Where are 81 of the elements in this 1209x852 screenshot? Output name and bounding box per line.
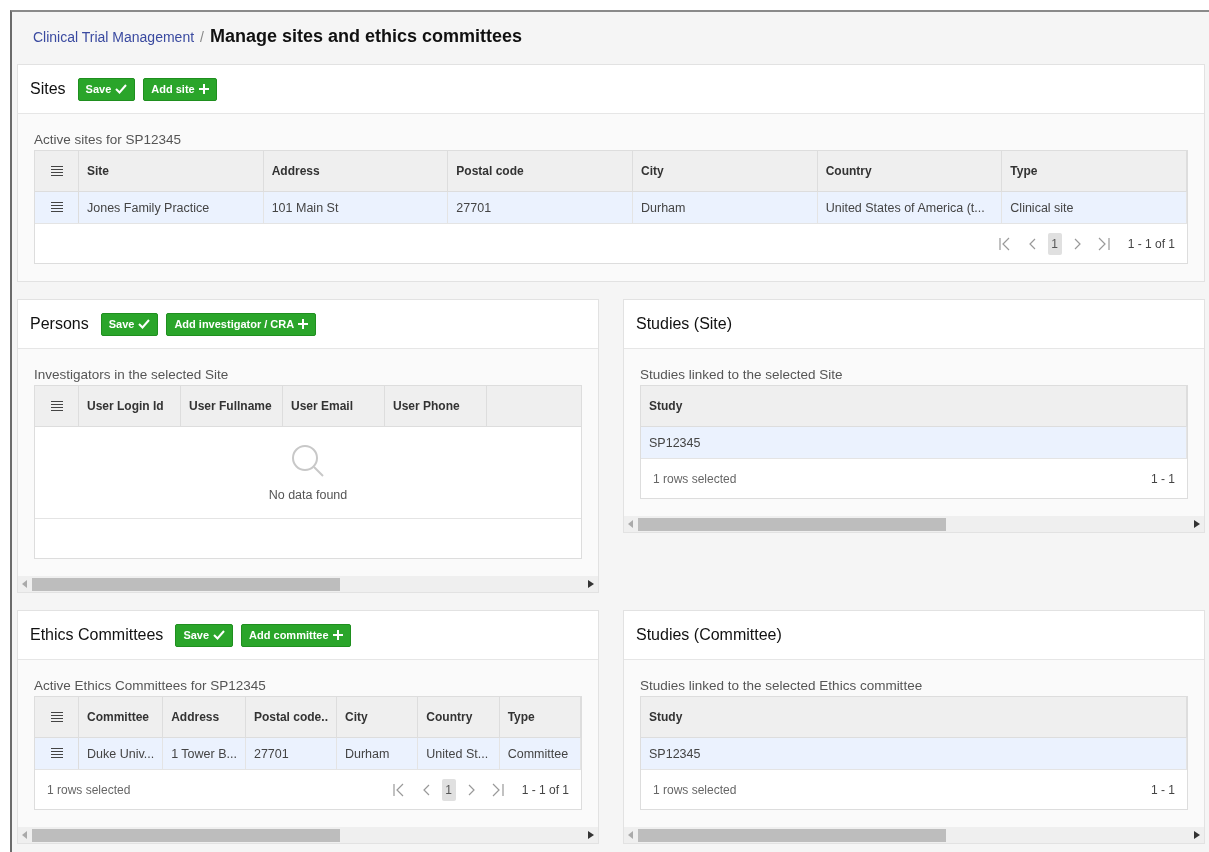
scroll-left-icon[interactable] bbox=[22, 831, 28, 839]
table-cell: Durham bbox=[633, 192, 818, 223]
table-cell: Committee bbox=[499, 738, 581, 769]
table-row[interactable]: Jones Family Practice 101 Main St 27701 Durham United States of America (t... Clinical site bbox=[35, 192, 1187, 224]
drag-handle-icon bbox=[50, 202, 63, 213]
check-icon bbox=[138, 319, 151, 329]
table-row[interactable]: Duke Univ... 1 Tower B... 27701 Durham United St... Committee bbox=[35, 738, 581, 770]
column-header[interactable]: Type bbox=[1002, 151, 1187, 191]
column-menu-icon bbox=[50, 165, 63, 177]
horizontal-scrollbar[interactable] bbox=[18, 576, 598, 592]
column-header[interactable]: User Login Id bbox=[79, 386, 181, 426]
panel-title: Ethics Committees bbox=[30, 626, 164, 644]
panel-title: Studies (Site) bbox=[636, 315, 733, 333]
column-header[interactable]: Committee bbox=[79, 697, 164, 737]
table-caption: Studies linked to the selected Site bbox=[640, 367, 844, 382]
table-cell: 1 Tower B... bbox=[163, 738, 246, 769]
table-row[interactable]: SP12345 bbox=[641, 738, 1187, 770]
table-cell: 27701 bbox=[245, 738, 337, 769]
column-header[interactable]: Country bbox=[418, 697, 500, 737]
scroll-right-icon[interactable] bbox=[1194, 831, 1200, 839]
table-cell: Duke Univ... bbox=[79, 738, 164, 769]
table-caption: Active sites for SP12345 bbox=[34, 132, 183, 147]
table-row[interactable]: SP12345 bbox=[641, 427, 1187, 459]
table-cell: 27701 bbox=[448, 192, 633, 223]
column-menu-icon bbox=[50, 711, 63, 723]
column-header[interactable]: Study bbox=[641, 386, 1187, 426]
check-icon bbox=[115, 84, 128, 94]
check-icon bbox=[213, 630, 226, 640]
column-header[interactable]: Address bbox=[263, 151, 449, 191]
table-cell: 101 Main St bbox=[263, 192, 449, 223]
column-header[interactable]: City bbox=[633, 151, 818, 191]
page-button[interactable]: 1 bbox=[1047, 232, 1062, 255]
scroll-right-icon[interactable] bbox=[588, 831, 594, 839]
horizontal-scrollbar[interactable] bbox=[624, 516, 1204, 532]
table-cell: Jones Family Practice bbox=[79, 192, 264, 223]
page-title: Manage sites and ethics committees bbox=[209, 26, 523, 47]
horizontal-scrollbar[interactable] bbox=[624, 827, 1204, 843]
scroll-left-icon[interactable] bbox=[22, 580, 28, 588]
scroll-left-icon[interactable] bbox=[628, 520, 634, 528]
scroll-left-icon[interactable] bbox=[628, 831, 634, 839]
plus-icon bbox=[198, 84, 209, 94]
empty-message: No data found bbox=[268, 487, 348, 502]
panel-title: Studies (Committee) bbox=[636, 626, 782, 644]
table-caption: Active Ethics Committees for SP12345 bbox=[34, 678, 267, 693]
column-header[interactable]: User Fullname bbox=[181, 386, 283, 426]
panel-title: Sites bbox=[30, 80, 66, 98]
selection-count: 1 rows selected bbox=[653, 471, 737, 486]
selection-count: 1 rows selected bbox=[653, 782, 737, 797]
column-header[interactable]: Address bbox=[163, 697, 246, 737]
plus-icon bbox=[298, 319, 309, 329]
panel-title: Persons bbox=[30, 315, 89, 333]
table-cell: Clinical site bbox=[1002, 192, 1187, 223]
horizontal-scrollbar[interactable] bbox=[18, 827, 598, 843]
column-header[interactable]: User Phone bbox=[385, 386, 487, 426]
column-header[interactable]: Site bbox=[79, 151, 264, 191]
page-button[interactable]: 1 bbox=[441, 778, 456, 801]
scroll-right-icon[interactable] bbox=[1194, 520, 1200, 528]
scroll-right-icon[interactable] bbox=[588, 580, 594, 588]
page-range: 1 - 1 of 1 bbox=[1127, 236, 1175, 251]
table-caption: Investigators in the selected Site bbox=[34, 367, 230, 382]
selection-count: 1 rows selected bbox=[47, 782, 131, 797]
column-header[interactable]: Study bbox=[641, 697, 1187, 737]
column-header[interactable]: User Email bbox=[283, 386, 385, 426]
page-range: 1 - 1 bbox=[1151, 782, 1175, 797]
breadcrumb-link[interactable]: Clinical Trial Management bbox=[33, 29, 195, 45]
column-header[interactable]: Postal code.. bbox=[245, 697, 337, 737]
column-menu-icon bbox=[50, 400, 63, 412]
search-icon bbox=[291, 443, 325, 478]
plus-icon bbox=[332, 630, 343, 640]
table-cell: Durham bbox=[336, 738, 419, 769]
column-header[interactable]: Country bbox=[817, 151, 1003, 191]
column-header[interactable]: Postal code bbox=[448, 151, 633, 191]
column-header[interactable]: City bbox=[336, 697, 419, 737]
table-cell: United St... bbox=[418, 738, 500, 769]
page-range: 1 - 1 of 1 bbox=[521, 782, 569, 797]
table-cell: United States of America (t... bbox=[817, 192, 1003, 223]
breadcrumb-separator: / bbox=[200, 29, 204, 45]
page-range: 1 - 1 bbox=[1151, 471, 1175, 486]
drag-handle-icon bbox=[50, 748, 63, 759]
column-header[interactable]: Type bbox=[499, 697, 581, 737]
table-caption: Studies linked to the selected Ethics committee bbox=[640, 678, 924, 693]
